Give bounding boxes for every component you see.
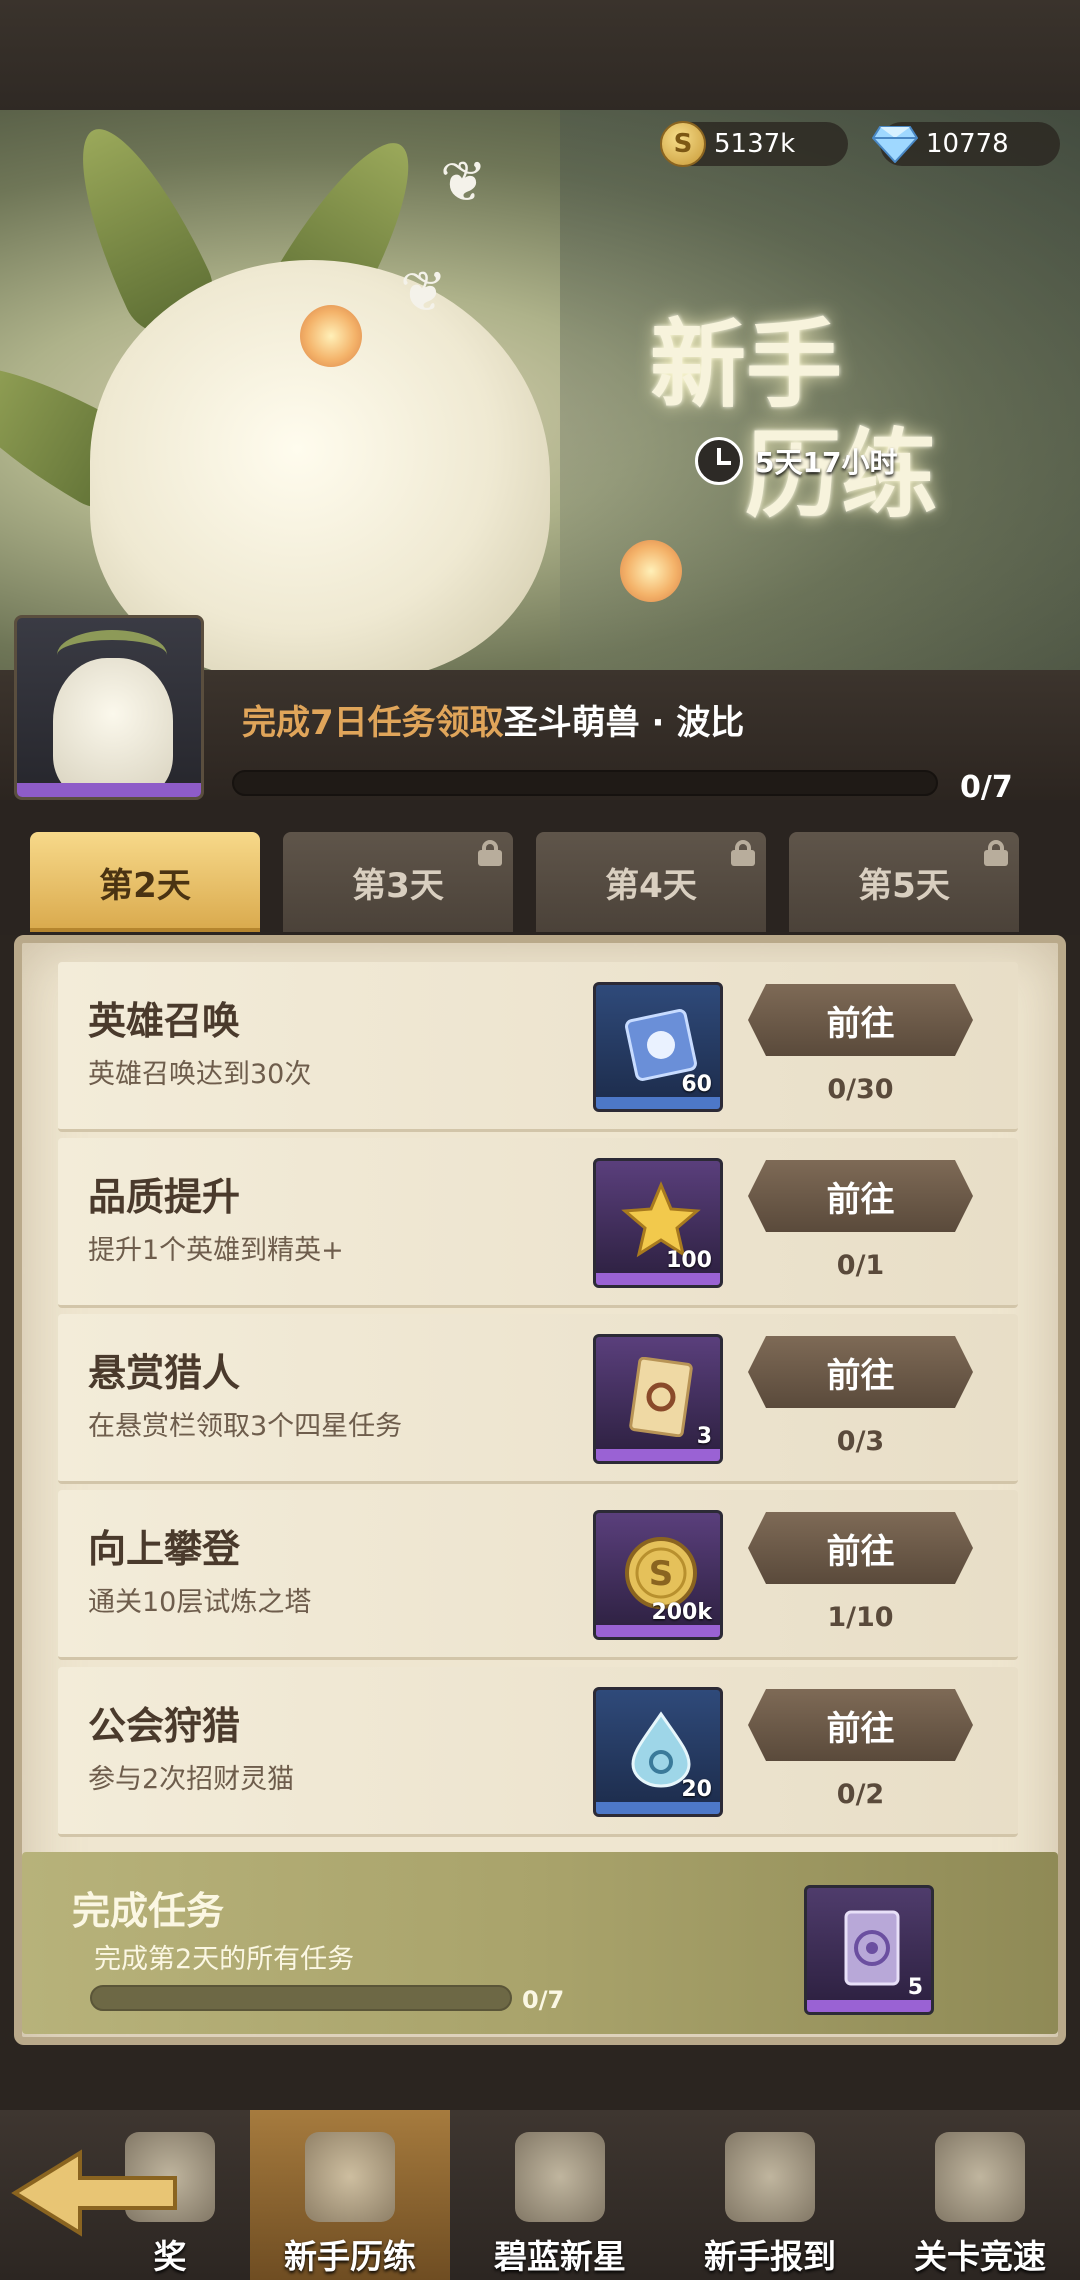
task-row: 品质提升提升1个英雄到精英+ 100 前往 0/1 [58, 1138, 1018, 1308]
reward-hero-name: 圣斗萌兽 · 波比 [503, 703, 745, 743]
magic-card-icon [844, 1910, 900, 1986]
lock-icon [477, 840, 503, 866]
task-reward-slot[interactable]: S 200k [593, 1510, 723, 1640]
hero-body [53, 658, 173, 797]
go-button[interactable]: 前往 [748, 1689, 973, 1761]
task-progress: 1/10 [827, 1602, 894, 1633]
task-description: 在悬赏栏领取3个四星任务 [88, 1411, 403, 1442]
task-reward-slot[interactable]: 20 [593, 1687, 723, 1817]
task-row: 公会狩猎参与2次招财灵猫 20 前往 0/2 [58, 1667, 1018, 1837]
rarity-stripe [596, 1449, 720, 1461]
nav-icon [935, 2132, 1025, 2222]
top-bar [0, 0, 1080, 110]
back-arrow-icon[interactable] [10, 2148, 180, 2238]
nav-label: 关卡竞速 [914, 2237, 1046, 2276]
item-quantity: 200k [651, 1600, 712, 1625]
rarity-stripe [596, 1802, 720, 1814]
tab-day-5[interactable]: 第5天 [789, 832, 1019, 932]
butterfly-icon: ❦ [400, 260, 447, 325]
task-progress: 0/1 [836, 1250, 885, 1281]
task-title: 公会狩猎 [88, 1704, 241, 1748]
diamond-icon [872, 126, 918, 163]
nav-icon [725, 2132, 815, 2222]
rarity-stripe [596, 1625, 720, 1637]
lock-icon [983, 840, 1009, 866]
task-reward-slot[interactable]: 60 [593, 982, 723, 1112]
lock-icon [730, 840, 756, 866]
gem-amount: 10778 [926, 129, 1009, 159]
event-title: 新手 历练 [650, 310, 937, 530]
nav-item[interactable]: 新手历练 [250, 2110, 450, 2280]
reward-text-prefix: 完成7日任务领取 [242, 703, 504, 743]
task-description: 英雄召唤达到30次 [88, 1059, 312, 1090]
task-title: 品质提升 [88, 1175, 241, 1219]
task-title: 悬赏猎人 [88, 1351, 241, 1395]
nav-label: 新手历练 [284, 2237, 416, 2276]
nav-icon [305, 2132, 395, 2222]
reward-hero-portrait[interactable] [14, 615, 204, 800]
item-quantity: 20 [681, 1777, 712, 1802]
go-button[interactable]: 前往 [748, 984, 973, 1056]
svg-text:S: S [649, 1554, 674, 1594]
task-description: 提升1个英雄到精英+ [88, 1235, 344, 1266]
reward-description: 完成7日任务领取圣斗萌兽 · 波比 [242, 695, 744, 744]
item-quantity: 5 [907, 1975, 923, 2000]
task-row: 悬赏猎人在悬赏栏领取3个四星任务 3 前往 0/3 [58, 1314, 1018, 1484]
rarity-stripe [596, 1273, 720, 1285]
task-reward-slot[interactable]: 100 [593, 1158, 723, 1288]
reward-progress-bar [232, 770, 938, 796]
complete-progress-text: 0/7 [522, 1986, 565, 2014]
go-button[interactable]: 前往 [748, 1336, 973, 1408]
nav-item[interactable]: 新手报到 [670, 2110, 870, 2280]
nav-icon [515, 2132, 605, 2222]
tab-day-4[interactable]: 第4天 [536, 832, 766, 932]
tab-label: 第4天 [605, 865, 697, 906]
item-quantity: 60 [681, 1072, 712, 1097]
complete-title: 完成任务 [72, 1889, 225, 1933]
rarity-stripe [596, 1097, 720, 1109]
tab-day-3[interactable]: 第3天 [283, 832, 513, 932]
tab-label: 第3天 [352, 865, 444, 906]
rarity-stripe [807, 2000, 931, 2012]
task-progress: 0/30 [827, 1074, 894, 1105]
event-timer: 5天17小时 [695, 435, 897, 487]
gold-balance[interactable]: S 5137k [660, 121, 848, 167]
event-banner: ❦ ❦ 新手 历练 [0, 110, 1080, 670]
task-row: 向上攀登通关10层试炼之塔 S 200k 前往 1/10 [58, 1490, 1018, 1660]
nav-label: 碧蓝新星 [494, 2237, 626, 2276]
task-title: 向上攀登 [88, 1527, 241, 1571]
task-title: 英雄召唤 [88, 999, 241, 1043]
task-description: 通关10层试炼之塔 [88, 1587, 312, 1618]
task-description: 参与2次招财灵猫 [88, 1764, 295, 1795]
flower-decoration [300, 305, 362, 367]
task-progress: 0/2 [836, 1779, 885, 1810]
complete-reward-slot[interactable]: 5 [804, 1885, 934, 2015]
clock-icon [695, 437, 743, 485]
go-button[interactable]: 前往 [748, 1512, 973, 1584]
nav-label: 新手报到 [704, 2237, 836, 2276]
gem-balance[interactable]: 10778 [872, 122, 1060, 166]
complete-progress-bar [90, 1985, 512, 2011]
tab-label: 第5天 [858, 865, 950, 906]
flower-decoration [620, 540, 682, 602]
item-quantity: 3 [696, 1424, 712, 1449]
gold-amount: 5137k [714, 129, 796, 159]
event-title-line1: 新手 [650, 308, 842, 421]
nav-item[interactable]: 关卡竞速 [880, 2110, 1080, 2280]
gold-coin-icon: S [660, 121, 706, 167]
tab-label: 第2天 [99, 865, 191, 906]
butterfly-icon: ❦ [440, 150, 487, 215]
task-reward-slot[interactable]: 3 [593, 1334, 723, 1464]
task-progress: 0/3 [836, 1426, 885, 1457]
task-row: 英雄召唤英雄召唤达到30次 60 前往 0/30 [58, 962, 1018, 1132]
rarity-bar [17, 783, 201, 797]
complete-description: 完成第2天的所有任务 [94, 1944, 355, 1975]
item-quantity: 100 [666, 1248, 712, 1273]
go-button[interactable]: 前往 [748, 1160, 973, 1232]
timer-text: 5天17小时 [755, 446, 898, 479]
nav-item[interactable]: 碧蓝新星 [460, 2110, 660, 2280]
tab-day-2[interactable]: 第2天 [30, 832, 260, 932]
bounty-ticket-icon [629, 1357, 693, 1437]
